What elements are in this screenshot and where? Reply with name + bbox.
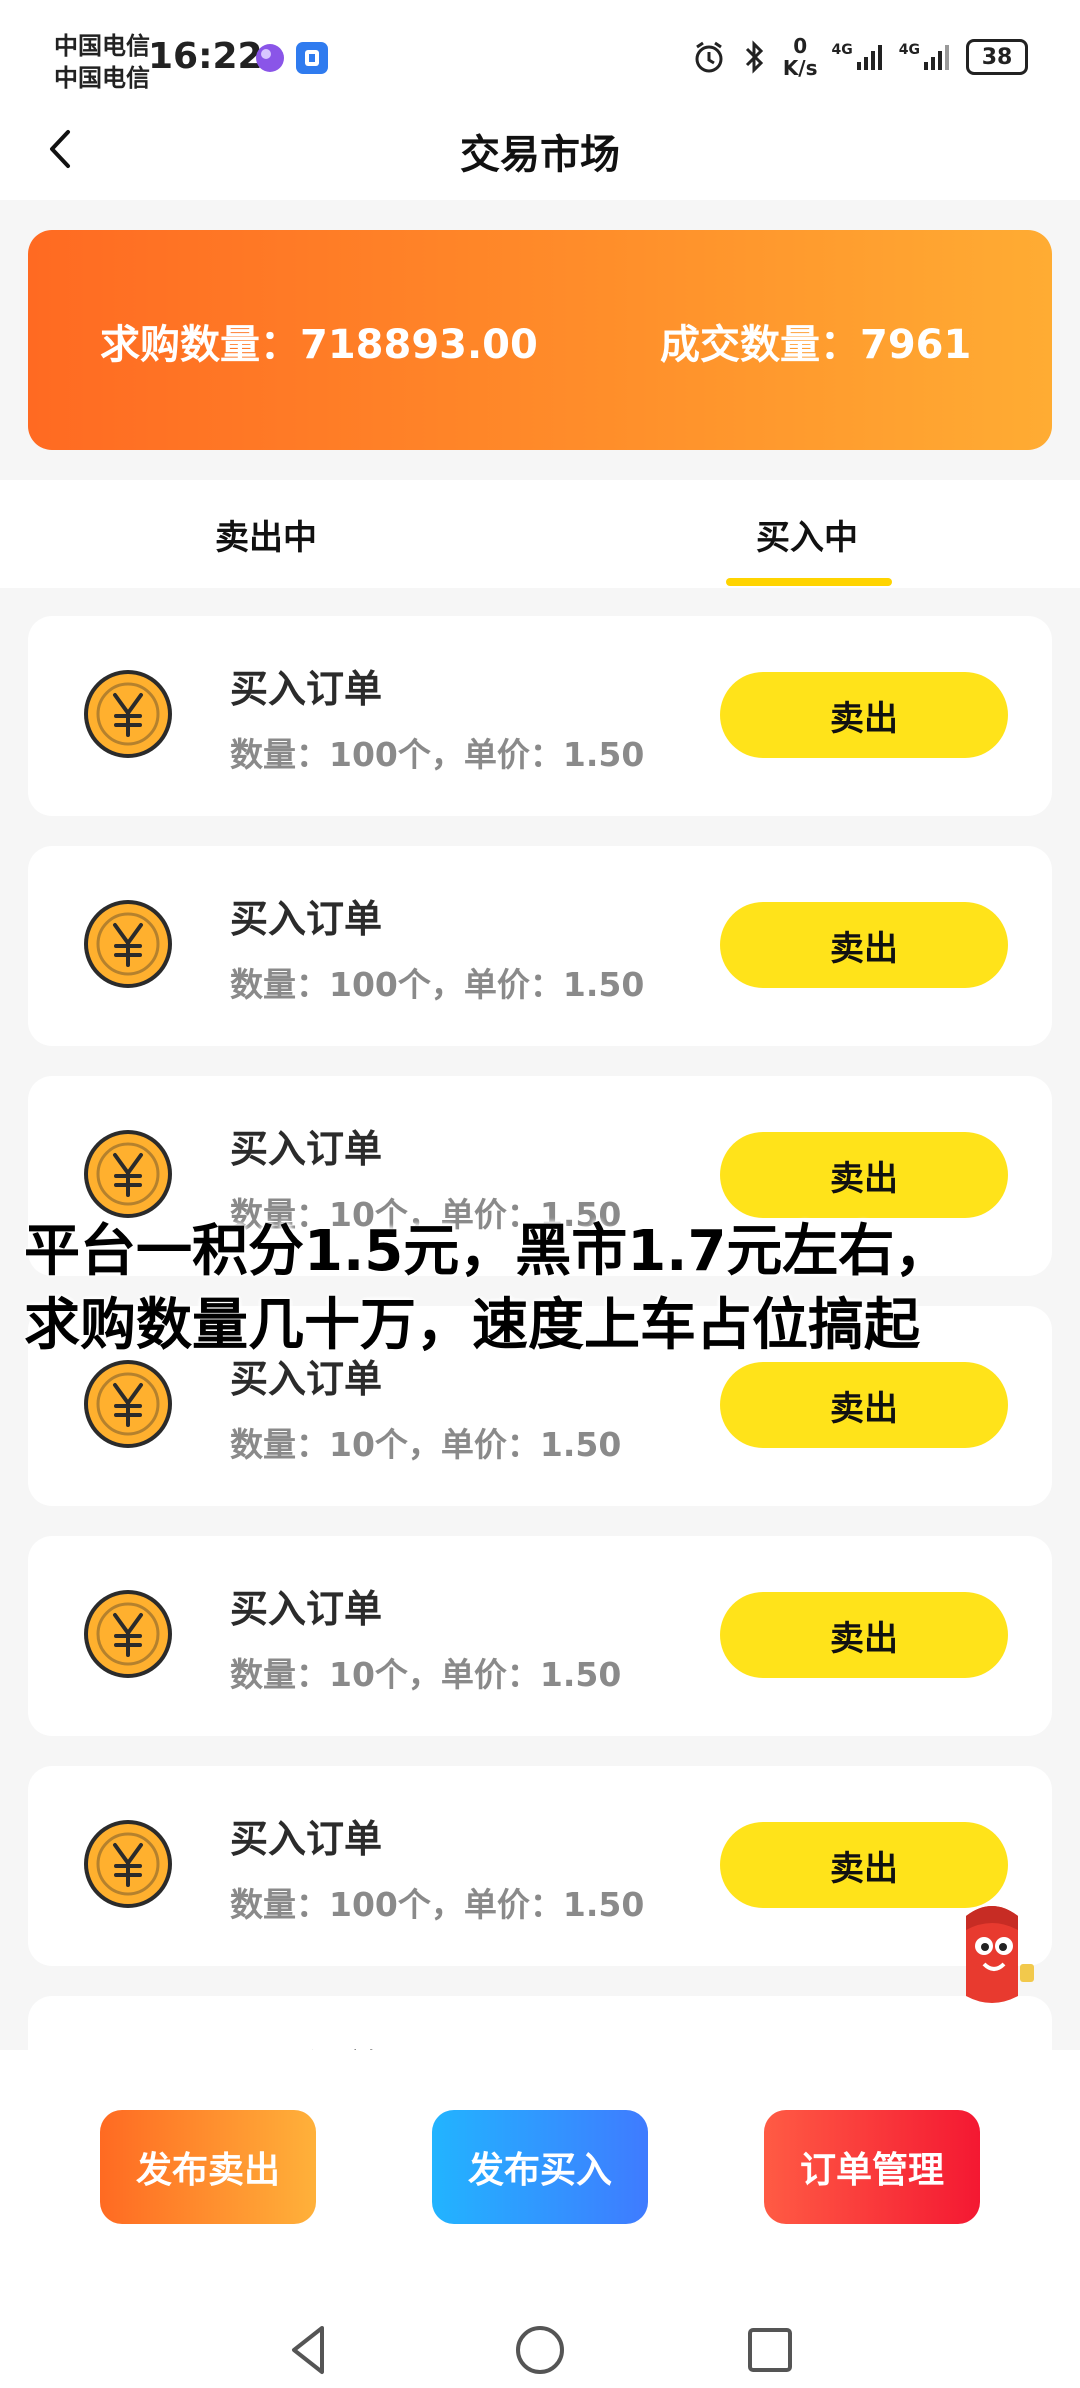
stats-banner: 求购数量：718893.00 成交数量：7961 xyxy=(28,230,1052,450)
status-right: 0 K/s 4G 4G 38 xyxy=(691,32,1028,82)
order-title: 买入订单 xyxy=(230,1127,383,1171)
carrier-labels: 中国电信 中国电信 xyxy=(54,30,150,94)
order-card: 买入订单 数量：100个，单价：1.50 卖出 xyxy=(28,846,1052,1046)
nav-home-icon[interactable] xyxy=(510,2320,570,2380)
sell-button[interactable]: 卖出 xyxy=(720,902,1008,988)
carrier-2: 中国电信 xyxy=(54,64,150,92)
red-packet-mascot-icon[interactable] xyxy=(944,1894,1040,2014)
active-tab-indicator xyxy=(726,578,892,586)
sell-button[interactable]: 卖出 xyxy=(720,672,1008,758)
shield-app-icon xyxy=(296,42,328,74)
alarm-icon xyxy=(695,41,723,73)
publish-sell-button[interactable]: 发布卖出 xyxy=(100,2110,316,2224)
page-title: 交易市场 xyxy=(460,132,620,178)
publish-buy-button[interactable]: 发布买入 xyxy=(432,2110,648,2224)
yuan-coin-icon xyxy=(84,1590,172,1678)
signal-icon xyxy=(856,45,882,70)
order-card: 买入订单 xyxy=(28,1996,1052,2050)
order-card: 买入订单 数量：100个，单价：1.50 卖出 xyxy=(28,616,1052,816)
signal-1: 4G xyxy=(832,42,885,72)
tab-selling[interactable]: 卖出中 xyxy=(215,510,317,559)
bluetooth-icon xyxy=(745,40,763,74)
order-detail: 数量：10个，单价：1.50 xyxy=(230,1655,622,1694)
status-bar: 中国电信 中国电信 16:22 0 K/s 4G 4G 38 xyxy=(0,0,1080,100)
signal-icon xyxy=(924,45,949,70)
nav-recents-icon[interactable] xyxy=(740,2320,800,2380)
net-type-1: 4G xyxy=(831,42,853,58)
sell-button[interactable]: 卖出 xyxy=(720,1362,1008,1448)
order-title: 买入订单 xyxy=(230,667,383,711)
deal-quantity-label: 成交数量：7961 xyxy=(660,322,972,368)
carrier-1: 中国电信 xyxy=(54,32,150,60)
order-management-button[interactable]: 订单管理 xyxy=(764,2110,980,2224)
net-speed: 0 K/s xyxy=(783,35,818,79)
bottom-action-bar: 发布卖出 发布买入 订单管理 xyxy=(0,2050,1080,2388)
yuan-coin-icon xyxy=(84,1360,172,1448)
order-title: 买入订单 xyxy=(230,1817,383,1861)
tab-buying[interactable]: 买入中 xyxy=(756,510,858,559)
overlay-line-2: 求购数量几十万，速度上车占位搞起 xyxy=(24,1293,920,1358)
order-title: 买入订单 xyxy=(230,897,383,941)
yuan-coin-icon xyxy=(84,900,172,988)
overlay-caption: 平台一积分1.5元，黑市1.7元左右， 求购数量几十万，速度上车占位搞起 xyxy=(24,1215,1064,1363)
yuan-coin-icon xyxy=(84,1130,172,1218)
want-quantity-label: 求购数量：718893.00 xyxy=(100,322,538,368)
yuan-coin-icon xyxy=(84,670,172,758)
order-card: 买入订单 数量：100个，单价：1.50 卖出 xyxy=(28,1766,1052,1966)
order-detail: 数量：100个，单价：1.50 xyxy=(230,1885,645,1924)
nav-back-icon[interactable] xyxy=(280,2320,340,2380)
order-detail: 数量：100个，单价：1.50 xyxy=(230,735,645,774)
yuan-coin-icon xyxy=(84,1820,172,1908)
status-time: 16:22 xyxy=(148,36,263,77)
net-type-2: 4G xyxy=(898,42,920,58)
tab-bar: 卖出中 买入中 xyxy=(0,480,1080,588)
net-speed-unit: K/s xyxy=(782,56,818,80)
signal-2: 4G xyxy=(899,42,952,72)
order-detail: 数量：100个，单价：1.50 xyxy=(230,965,645,1004)
order-detail: 数量：10个，单价：1.50 xyxy=(230,1425,622,1464)
title-bar: 交易市场 xyxy=(0,100,1080,200)
sell-button[interactable]: 卖出 xyxy=(720,1132,1008,1218)
sell-button[interactable]: 卖出 xyxy=(720,1592,1008,1678)
order-title: 买入订单 xyxy=(230,1587,383,1631)
order-card: 买入订单 数量：10个，单价：1.50 卖出 xyxy=(28,1536,1052,1736)
overlay-line-1: 平台一积分1.5元，黑市1.7元左右， xyxy=(24,1219,951,1284)
battery-icon: 38 xyxy=(966,39,1028,75)
app-notification-icon xyxy=(256,44,284,72)
order-title: 买入订单 xyxy=(230,2038,382,2050)
net-speed-value: 0 xyxy=(793,34,808,58)
